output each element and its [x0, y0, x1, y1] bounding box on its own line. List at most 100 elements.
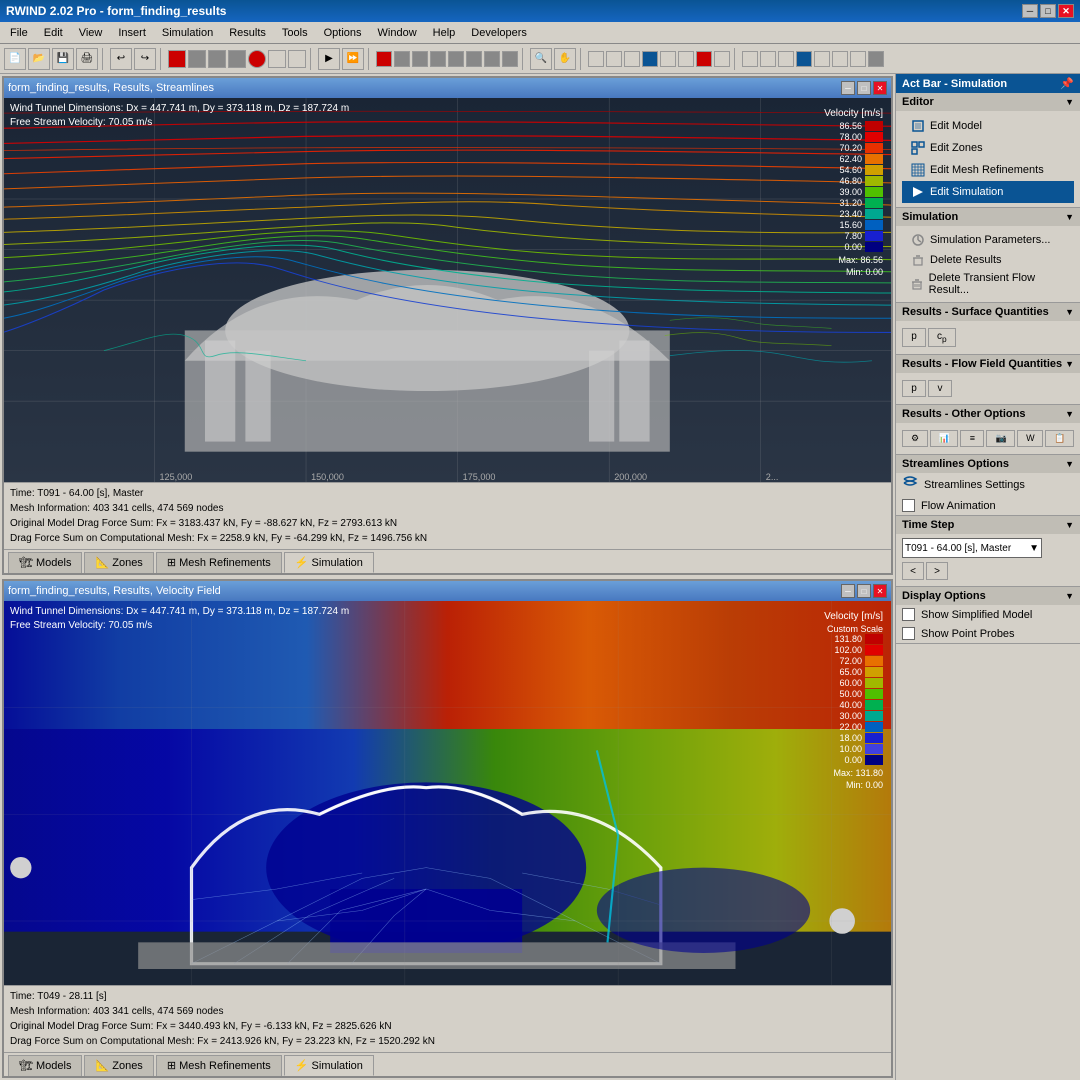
ff-p-button[interactable]: p	[902, 380, 926, 397]
tb-nav1[interactable]: ▶	[318, 48, 340, 70]
tb-d8[interactable]	[714, 51, 730, 67]
editor-edit-model[interactable]: Edit Model	[902, 115, 1074, 137]
vp2-close[interactable]: ✕	[873, 584, 887, 598]
panel-pin-icon[interactable]: 📌	[1060, 77, 1074, 90]
tab-sim-2[interactable]: ⚡ Simulation	[284, 1055, 374, 1076]
tb-open[interactable]: 📂	[28, 48, 50, 70]
close-btn[interactable]: ✕	[1058, 4, 1074, 18]
tb-zoom[interactable]: 🔍	[530, 48, 552, 70]
menu-window[interactable]: Window	[372, 25, 423, 41]
oo-btn-1[interactable]: ⚙	[902, 430, 928, 447]
sq-cp-button[interactable]: cp	[928, 328, 956, 347]
tb-d4[interactable]	[642, 51, 658, 67]
menu-edit[interactable]: Edit	[38, 25, 69, 41]
other-options-header[interactable]: Results - Other Options ▼	[896, 405, 1080, 423]
time-step-dropdown[interactable]: T091 - 64.00 [s], Master ▼	[902, 538, 1042, 558]
menu-file[interactable]: File	[4, 25, 34, 41]
tb-e8[interactable]	[868, 51, 884, 67]
tb-d1[interactable]	[588, 51, 604, 67]
tb-e5[interactable]	[814, 51, 830, 67]
tb-b1[interactable]	[168, 50, 186, 68]
ts-prev-btn[interactable]: <	[902, 562, 924, 580]
tb-d7[interactable]	[696, 51, 712, 67]
tb-e4[interactable]	[796, 51, 812, 67]
tb-nav2[interactable]: ⏩	[342, 48, 364, 70]
tb-undo[interactable]: ↩	[110, 48, 132, 70]
show-probes-checkbox[interactable]	[902, 627, 915, 640]
streamlines-header[interactable]: Streamlines Options ▼	[896, 455, 1080, 473]
menu-view[interactable]: View	[73, 25, 109, 41]
editor-edit-mesh[interactable]: Edit Mesh Refinements	[902, 159, 1074, 181]
tb-e2[interactable]	[760, 51, 776, 67]
tb-new[interactable]: 📄	[4, 48, 26, 70]
vp1-minimize[interactable]: ─	[841, 81, 855, 95]
tb-c4[interactable]	[430, 51, 446, 67]
tab-mesh-2[interactable]: ⊞ Mesh Refinements	[156, 1055, 282, 1076]
tb-e6[interactable]	[832, 51, 848, 67]
tb-print[interactable]: 🖨	[76, 48, 98, 70]
tb-b5[interactable]	[248, 50, 266, 68]
flow-field-header[interactable]: Results - Flow Field Quantities ▼	[896, 355, 1080, 373]
editor-edit-simulation[interactable]: Edit Simulation	[902, 181, 1074, 203]
oo-btn-3[interactable]: ≡	[960, 430, 984, 447]
menu-tools[interactable]: Tools	[276, 25, 314, 41]
show-simplified-model-item[interactable]: Show Simplified Model	[896, 605, 1080, 624]
oo-btn-5[interactable]: W	[1017, 430, 1043, 447]
flow-animation-checkbox[interactable]	[902, 499, 915, 512]
vp2-maximize[interactable]: □	[857, 584, 871, 598]
tb-c2[interactable]	[394, 51, 410, 67]
show-simplified-checkbox[interactable]	[902, 608, 915, 621]
editor-section-header[interactable]: Editor ▼	[896, 93, 1080, 111]
viewport1-content[interactable]: 125,000 150,000 175,000 200,000 2...	[4, 98, 891, 482]
streamlines-settings-item[interactable]: Streamlines Settings	[896, 473, 1080, 496]
editor-edit-zones[interactable]: Edit Zones	[902, 137, 1074, 159]
time-step-header[interactable]: Time Step ▼	[896, 516, 1080, 534]
tb-c7[interactable]	[484, 51, 500, 67]
sq-p-button[interactable]: p	[902, 328, 926, 347]
tb-redo[interactable]: ↪	[134, 48, 156, 70]
delete-results-item[interactable]: Delete Results	[902, 250, 1074, 270]
tb-e3[interactable]	[778, 51, 794, 67]
show-point-probes-item[interactable]: Show Point Probes	[896, 624, 1080, 643]
menu-results[interactable]: Results	[223, 25, 272, 41]
surface-quantities-header[interactable]: Results - Surface Quantities ▼	[896, 303, 1080, 321]
sim-params-item[interactable]: Simulation Parameters...	[902, 230, 1074, 250]
tb-d3[interactable]	[624, 51, 640, 67]
tb-e7[interactable]	[850, 51, 866, 67]
delete-transient-item[interactable]: Delete Transient Flow Result...	[902, 270, 1074, 298]
tb-c1[interactable]	[376, 51, 392, 67]
tb-c5[interactable]	[448, 51, 464, 67]
tb-c6[interactable]	[466, 51, 482, 67]
tb-c8[interactable]	[502, 51, 518, 67]
tab-zones-1[interactable]: 📐 Zones	[84, 552, 153, 573]
ff-v-button[interactable]: v	[928, 380, 952, 397]
oo-btn-6[interactable]: 📋	[1045, 430, 1074, 447]
menu-developers[interactable]: Developers	[465, 25, 533, 41]
viewport2-content[interactable]: Wind Tunnel Dimensions: Dx = 447.741 m, …	[4, 601, 891, 985]
vp2-minimize[interactable]: ─	[841, 584, 855, 598]
tab-sim-1[interactable]: ⚡ Simulation	[284, 552, 374, 573]
oo-btn-4[interactable]: 📷	[986, 430, 1015, 447]
vp1-maximize[interactable]: □	[857, 81, 871, 95]
tb-b2[interactable]	[188, 50, 206, 68]
simulation-section-header[interactable]: Simulation ▼	[896, 208, 1080, 226]
display-options-header[interactable]: Display Options ▼	[896, 587, 1080, 605]
menu-insert[interactable]: Insert	[112, 25, 152, 41]
tb-d2[interactable]	[606, 51, 622, 67]
tb-b6[interactable]	[268, 50, 286, 68]
menu-help[interactable]: Help	[427, 25, 462, 41]
tb-b7[interactable]	[288, 50, 306, 68]
maximize-btn[interactable]: □	[1040, 4, 1056, 18]
vp1-close[interactable]: ✕	[873, 81, 887, 95]
tab-models-1[interactable]: 🏗 Models	[8, 552, 82, 573]
oo-btn-2[interactable]: 📊	[930, 430, 959, 447]
tab-models-2[interactable]: 🏗 Models	[8, 1055, 82, 1076]
tab-mesh-1[interactable]: ⊞ Mesh Refinements	[156, 552, 282, 573]
tb-e1[interactable]	[742, 51, 758, 67]
menu-simulation[interactable]: Simulation	[156, 25, 219, 41]
tb-save[interactable]: 💾	[52, 48, 74, 70]
tb-pan[interactable]: ✋	[554, 48, 576, 70]
tab-zones-2[interactable]: 📐 Zones	[84, 1055, 153, 1076]
ts-next-btn[interactable]: >	[926, 562, 948, 580]
tb-d6[interactable]	[678, 51, 694, 67]
